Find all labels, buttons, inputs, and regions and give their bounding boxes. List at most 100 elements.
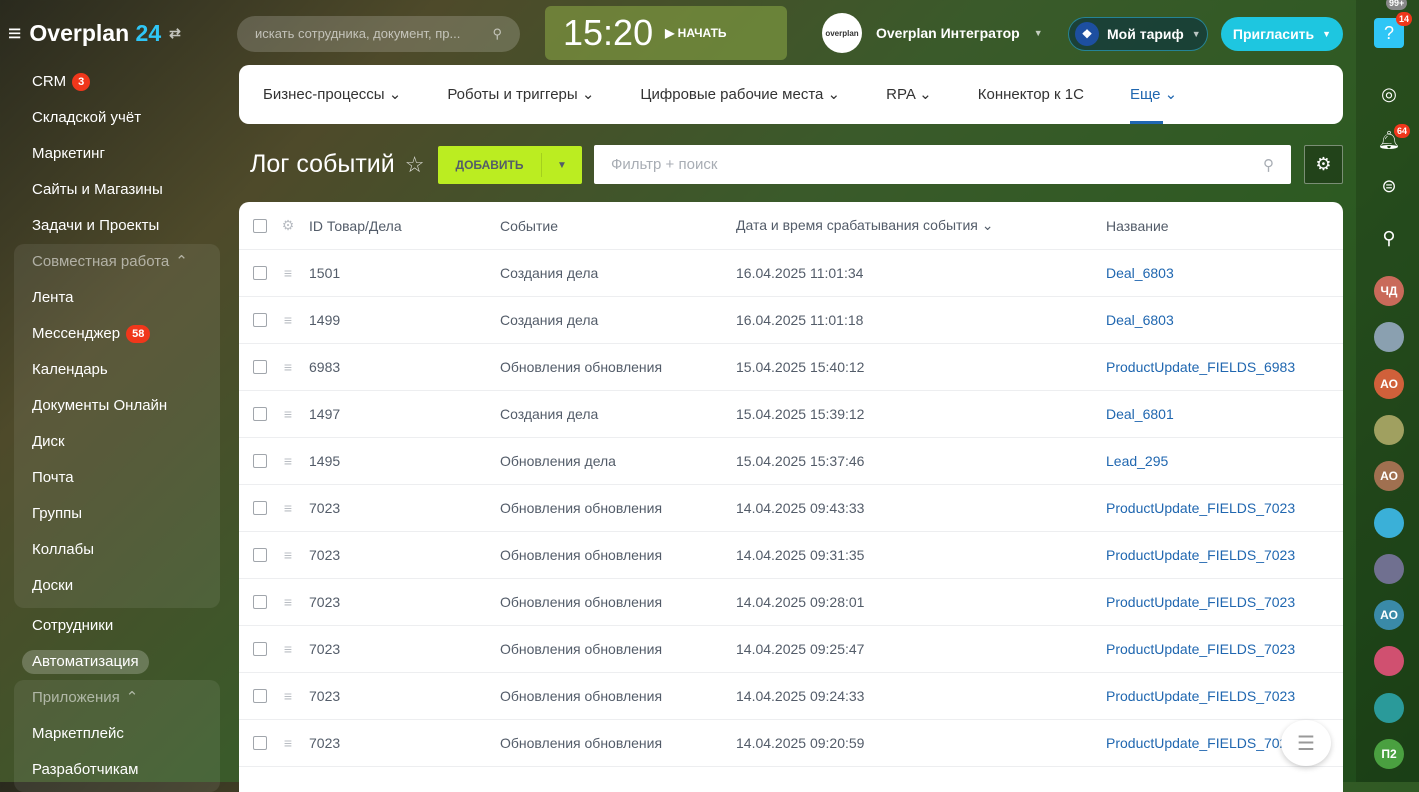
star-icon[interactable]: ☆: [405, 152, 425, 178]
name-link[interactable]: Deal_6801: [1106, 406, 1343, 422]
name-link[interactable]: Deal_6803: [1106, 265, 1343, 281]
name-link[interactable]: ProductUpdate_FIELDS_7023: [1106, 641, 1343, 657]
avatar[interactable]: АО: [1374, 461, 1404, 492]
org-selector[interactable]: overplan Overplan Интегратор ▼: [822, 13, 1043, 53]
drag-handle-icon[interactable]: ≡: [267, 641, 309, 657]
pulse-icon[interactable]: ◎: [1376, 84, 1402, 110]
row-checkbox[interactable]: [253, 266, 267, 280]
avatar[interactable]: [1374, 553, 1404, 584]
name-link[interactable]: ProductUpdate_FIELDS_7023: [1106, 594, 1343, 610]
row-checkbox[interactable]: [253, 689, 267, 703]
add-dropdown-icon[interactable]: ▼: [542, 160, 582, 171]
sidebar-item[interactable]: Сайты и Магазины: [0, 172, 228, 208]
table-row[interactable]: ≡ 6983 Обновления обновления 15.04.2025 15:…: [239, 344, 1343, 391]
row-checkbox[interactable]: [253, 360, 267, 374]
nav-tab[interactable]: RPA ⌄: [886, 65, 932, 124]
nav-tab[interactable]: Роботы и триггеры ⌄: [447, 65, 594, 124]
add-button[interactable]: ДОБАВИТЬ ▼: [438, 146, 582, 184]
name-link[interactable]: ProductUpdate_FIELDS_7023: [1106, 547, 1343, 563]
drag-handle-icon[interactable]: ≡: [267, 312, 309, 328]
avatar[interactable]: [1374, 507, 1404, 538]
row-checkbox[interactable]: [253, 595, 267, 609]
row-checkbox[interactable]: [253, 407, 267, 421]
search-input[interactable]: искать сотрудника, документ, пр... ⚲: [237, 16, 520, 52]
drag-handle-icon[interactable]: ≡: [267, 406, 309, 422]
drag-handle-icon[interactable]: ≡: [267, 688, 309, 704]
avatar[interactable]: АО: [1374, 600, 1404, 631]
column-header[interactable]: Название: [1106, 218, 1343, 234]
start-button[interactable]: ▶ НАЧАТЬ: [665, 26, 726, 40]
name-link[interactable]: Deal_6803: [1106, 312, 1343, 328]
list-button[interactable]: ☰: [1281, 720, 1331, 766]
sidebar-item[interactable]: Группы: [14, 496, 220, 532]
row-checkbox[interactable]: [253, 642, 267, 656]
column-header[interactable]: Событие: [500, 218, 736, 234]
gear-icon[interactable]: ⚙: [267, 217, 309, 234]
swap-icon[interactable]: ⇄: [169, 25, 181, 42]
sidebar-group-header[interactable]: Совместная работа ⌃: [14, 244, 220, 280]
settings-button[interactable]: ⚙: [1304, 145, 1343, 184]
drag-handle-icon[interactable]: ≡: [267, 265, 309, 281]
sidebar-item[interactable]: Диск: [14, 424, 220, 460]
table-row[interactable]: ≡ 7023 Обновления обновления 14.04.2025 09:…: [239, 720, 1343, 767]
chat-icon[interactable]: ⊜: [1376, 176, 1402, 202]
sidebar-item[interactable]: Календарь: [14, 352, 220, 388]
table-row[interactable]: ≡ 1495 Обновления дела 15.04.2025 15:37:46 L…: [239, 438, 1343, 485]
sidebar-item[interactable]: Документы Онлайн: [14, 388, 220, 424]
nav-tab[interactable]: Коннектор к 1С: [978, 65, 1084, 124]
nav-tab[interactable]: Еще ⌄: [1129, 65, 1177, 124]
table-row[interactable]: ≡ 7023 Обновления обновления 14.04.2025 09:…: [239, 485, 1343, 532]
help-button[interactable]: ? 14: [1374, 12, 1412, 48]
name-link[interactable]: ProductUpdate_FIELDS_7023: [1106, 500, 1343, 516]
sidebar-item[interactable]: CRM 3: [0, 64, 228, 100]
name-link[interactable]: Lead_295: [1106, 453, 1343, 469]
drag-handle-icon[interactable]: ≡: [267, 500, 309, 516]
sidebar-item[interactable]: Лента: [14, 280, 220, 316]
sidebar-item[interactable]: Сотрудники: [0, 608, 228, 644]
column-header[interactable]: ID Товар/Дела: [309, 218, 500, 234]
avatar[interactable]: П2: [1374, 739, 1404, 769]
table-row[interactable]: ≡ 1499 Создания дела 16.04.2025 11:01:18 Dea…: [239, 297, 1343, 344]
name-link[interactable]: ProductUpdate_FIELDS_6983: [1106, 359, 1343, 375]
table-row[interactable]: ≡ 7023 Обновления обновления 14.04.2025 09:…: [239, 532, 1343, 579]
sidebar-item[interactable]: Автоматизация: [0, 644, 228, 680]
menu-icon[interactable]: ≡: [8, 20, 21, 47]
avatar[interactable]: АО: [1374, 368, 1404, 399]
drag-handle-icon[interactable]: ≡: [267, 547, 309, 563]
table-row[interactable]: ≡ 7023 Обновления обновления 14.04.2025 09:…: [239, 579, 1343, 626]
drag-handle-icon[interactable]: ≡: [267, 359, 309, 375]
search-icon[interactable]: ⚲: [1376, 228, 1402, 254]
table-row[interactable]: ≡ 7023 Обновления обновления 14.04.2025 09:…: [239, 626, 1343, 673]
select-all-checkbox[interactable]: [253, 218, 267, 233]
row-checkbox[interactable]: [253, 736, 267, 750]
row-checkbox[interactable]: [253, 454, 267, 468]
table-row[interactable]: ≡ 1501 Создания дела 16.04.2025 11:01:34 Dea…: [239, 250, 1343, 297]
sidebar-item[interactable]: Разработчикам: [14, 752, 220, 788]
worktime-widget[interactable]: 15:20 ▶ НАЧАТЬ: [545, 6, 787, 60]
nav-tab[interactable]: Бизнес-процессы ⌄: [263, 65, 401, 124]
sidebar-item[interactable]: Маркетплейс: [14, 716, 220, 752]
sidebar-group-header[interactable]: Приложения ⌃: [14, 680, 220, 716]
sidebar-item[interactable]: Маркетинг: [0, 136, 228, 172]
avatar[interactable]: ЧД: [1374, 276, 1404, 306]
filter-search-input[interactable]: Фильтр + поиск ⚲: [594, 145, 1291, 184]
row-checkbox[interactable]: [253, 548, 267, 562]
sidebar-item[interactable]: Почта: [14, 460, 220, 496]
logo[interactable]: ≡ Overplan 24 ⇄: [8, 20, 181, 47]
sidebar-item[interactable]: Задачи и Проекты: [0, 208, 228, 244]
drag-handle-icon[interactable]: ≡: [267, 453, 309, 469]
row-checkbox[interactable]: [253, 501, 267, 515]
avatar[interactable]: [1374, 414, 1404, 445]
sidebar-item[interactable]: Мессенджер 58: [14, 316, 220, 352]
avatar[interactable]: [1374, 692, 1404, 723]
row-checkbox[interactable]: [253, 313, 267, 327]
sidebar-item[interactable]: Складской учёт: [0, 100, 228, 136]
drag-handle-icon[interactable]: ≡: [267, 735, 309, 751]
sidebar-item[interactable]: Доски: [14, 568, 220, 604]
name-link[interactable]: ProductUpdate_FIELDS_7023: [1106, 688, 1343, 704]
bell-icon[interactable]: 🔔︎ 64: [1376, 124, 1410, 156]
invite-button[interactable]: Пригласить ▼: [1221, 17, 1343, 51]
drag-handle-icon[interactable]: ≡: [267, 594, 309, 610]
table-row[interactable]: ≡ 1497 Создания дела 15.04.2025 15:39:12 Dea…: [239, 391, 1343, 438]
nav-tab[interactable]: Цифровые рабочие места ⌄: [640, 65, 840, 124]
